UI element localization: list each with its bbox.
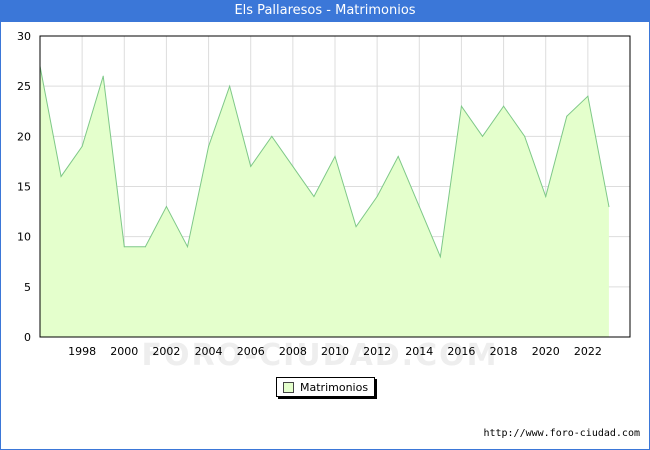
x-tick-label: 2008 — [279, 345, 307, 358]
y-tick-label: 15 — [17, 181, 31, 194]
y-tick-label: 30 — [17, 30, 31, 43]
y-tick-label: 25 — [17, 80, 31, 93]
data-point — [355, 226, 357, 228]
data-point — [292, 165, 294, 167]
x-tick-label: 2004 — [195, 345, 223, 358]
legend-swatch — [283, 381, 294, 393]
data-point — [503, 105, 505, 107]
y-tick-label: 10 — [17, 231, 31, 244]
data-point — [545, 196, 547, 198]
legend: Matrimonios — [276, 377, 376, 397]
data-point — [229, 85, 231, 87]
x-tick-label: 2010 — [321, 345, 349, 358]
y-tick-label: 20 — [17, 130, 31, 143]
data-point — [397, 155, 399, 157]
data-point — [81, 145, 83, 147]
series-area — [39, 65, 610, 337]
x-tick-label: 2020 — [532, 345, 560, 358]
x-tick-label: 2022 — [574, 345, 602, 358]
data-point — [418, 206, 420, 208]
y-tick-label: 0 — [24, 331, 31, 344]
x-tick-label: 2000 — [110, 345, 138, 358]
data-point — [376, 196, 378, 198]
y-axis-ticks: 0 5 10 15 20 25 30 — [17, 30, 31, 344]
data-point — [566, 115, 568, 117]
source-url: http://www.foro-ciudad.com — [483, 428, 640, 439]
data-point — [608, 206, 610, 208]
x-tick-label: 2016 — [447, 345, 475, 358]
data-point — [208, 145, 210, 147]
x-tick-label: 2018 — [490, 345, 518, 358]
area-fill — [40, 66, 609, 337]
x-tick-label: 2014 — [405, 345, 433, 358]
data-point — [439, 256, 441, 258]
legend-label: Matrimonios — [300, 380, 369, 394]
data-point — [165, 206, 167, 208]
data-point — [334, 155, 336, 157]
data-point — [271, 135, 273, 137]
x-tick-label: 2002 — [152, 345, 180, 358]
data-point — [60, 175, 62, 177]
data-point — [187, 246, 188, 248]
x-tick-label: 1998 — [68, 345, 96, 358]
data-point — [250, 165, 252, 167]
data-point — [524, 135, 526, 137]
data-point — [460, 105, 462, 107]
data-point — [144, 246, 146, 248]
y-tick-label: 5 — [24, 281, 31, 294]
data-point — [123, 246, 125, 248]
data-point — [482, 135, 483, 137]
x-tick-label: 2012 — [363, 345, 391, 358]
x-tick-label: 2006 — [237, 345, 265, 358]
data-point — [102, 75, 104, 77]
data-point — [313, 196, 315, 198]
data-point — [587, 95, 589, 97]
